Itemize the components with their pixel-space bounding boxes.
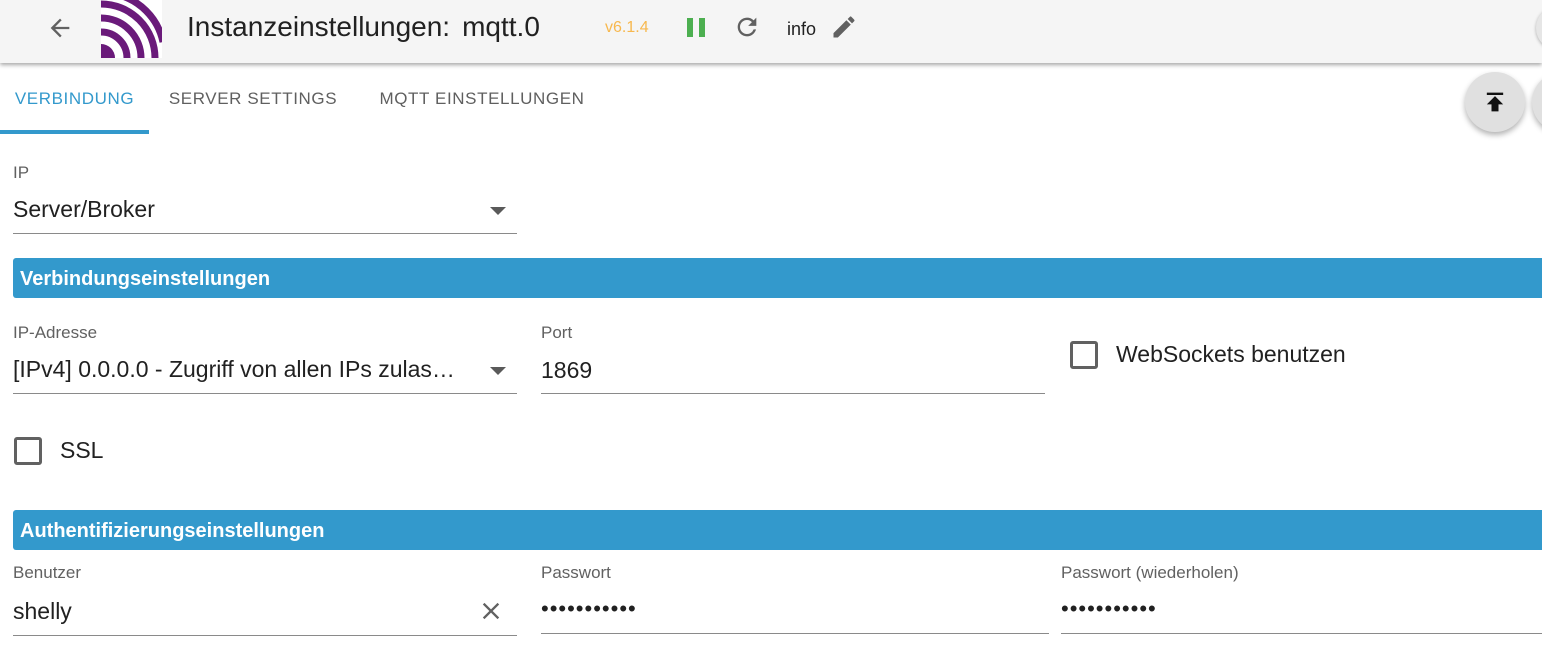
page-title: Instanzeinstellungen: mqtt.0 [187, 10, 540, 44]
port-label: Port [541, 323, 573, 342]
ip-type-value: Server/Broker [13, 196, 155, 222]
arrow-back-icon [50, 18, 70, 38]
ip-address-underline [13, 393, 517, 394]
upload-icon [1486, 92, 1504, 112]
password-underline [541, 633, 1049, 634]
clear-user-button[interactable] [477, 597, 505, 625]
mqtt-logo [101, 0, 162, 58]
password-repeat-label: Passwort (wiederholen) [1061, 563, 1239, 582]
appbar-edge-button[interactable] [1536, 6, 1542, 50]
user-underline [13, 635, 517, 636]
password-repeat-underline [1061, 633, 1542, 634]
tab-server-settings[interactable]: SERVER SETTINGS [158, 63, 348, 135]
ip-type-underline [13, 233, 517, 234]
section-auth-settings: Authentifizierungseinstellungen [13, 510, 1542, 550]
password-value: ••••••••••• [541, 596, 637, 621]
password-repeat-input[interactable]: Passwort (wiederholen) ••••••••••• [1061, 563, 1542, 635]
tab-verbindung[interactable]: VERBINDUNG [0, 63, 149, 135]
tab-mqtt-einstellungen[interactable]: MQTT EINSTELLUNGEN [365, 63, 599, 135]
adapter-version: v6.1.4 [605, 19, 649, 36]
edit-log-level-button[interactable] [830, 13, 858, 41]
app-bar: Instanzeinstellungen: mqtt.0 v6.1.4 info [0, 0, 1542, 63]
user-value: shelly [13, 598, 72, 624]
port-input[interactable]: Port 1869 [541, 323, 1045, 395]
pause-button[interactable] [684, 14, 708, 40]
password-repeat-value: ••••••••••• [1061, 596, 1157, 621]
ip-type-label: IP [13, 163, 30, 182]
port-value: 1869 [541, 357, 593, 383]
pencil-icon [833, 16, 855, 38]
restart-button[interactable] [733, 13, 761, 41]
tab-bar: VERBINDUNG SERVER SETTINGS MQTT EINSTELL… [0, 63, 1542, 135]
ip-address-label: IP-Adresse [13, 323, 98, 342]
refresh-icon [737, 17, 757, 37]
close-icon [482, 602, 500, 620]
instance-name: mqtt.0 [462, 11, 540, 42]
upload-button[interactable] [1465, 72, 1525, 132]
ip-address-select[interactable]: IP-Adresse [IPv4] 0.0.0.0 - Zugriff von … [13, 323, 517, 395]
ip-type-select[interactable]: IP Server/Broker [13, 163, 517, 235]
pause-icon [687, 18, 705, 37]
section-connection-settings: Verbindungseinstellungen [13, 258, 1542, 298]
ssl-checkbox[interactable] [14, 437, 42, 465]
chevron-down-icon [490, 367, 506, 375]
active-tab-indicator [0, 130, 149, 134]
log-level: info [787, 19, 817, 39]
port-underline [541, 393, 1045, 394]
user-input[interactable]: Benutzer shelly [13, 563, 517, 637]
websockets-checkbox[interactable] [1070, 341, 1098, 369]
ssl-label[interactable]: SSL [60, 437, 103, 464]
password-input[interactable]: Passwort ••••••••••• [541, 563, 1049, 635]
back-button[interactable] [40, 8, 80, 48]
user-label: Benutzer [13, 563, 82, 582]
ip-address-value: [IPv4] 0.0.0.0 - Zugriff von allen IPs z… [13, 356, 455, 382]
websockets-label[interactable]: WebSockets benutzen [1116, 341, 1346, 368]
chevron-down-icon [490, 207, 506, 215]
password-label: Passwort [541, 563, 611, 582]
page-title-text: Instanzeinstellungen: [187, 11, 451, 42]
